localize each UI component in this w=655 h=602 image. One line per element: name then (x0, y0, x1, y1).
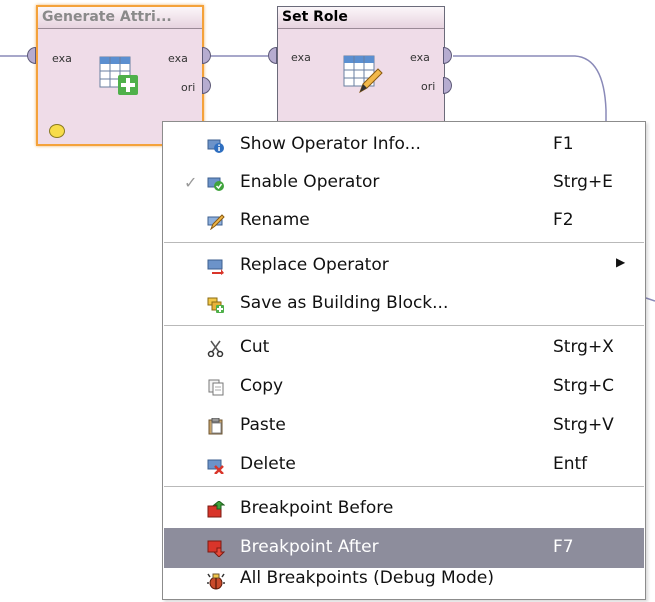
menu-item-label: All Breakpoints (Debug Mode) (240, 568, 494, 588)
menu-item-shortcut: F1 (553, 134, 574, 154)
all-breakpoints-icon (207, 573, 225, 590)
menu-item-all-breakpoints[interactable]: All Breakpoints (Debug Mode) (164, 565, 644, 599)
replace-icon (207, 259, 224, 275)
menu-item-shortcut: Strg+C (553, 376, 615, 396)
menu-item-shortcut: F2 (553, 210, 574, 230)
menu-separator (164, 325, 644, 326)
menu-item-enable-operator[interactable]: ✓ Enable Operator Strg+E (164, 163, 644, 203)
breakpoint-after-icon (207, 540, 225, 557)
rename-icon (207, 214, 225, 230)
port-label-output: exa (410, 51, 430, 64)
port-label-output: ori (181, 81, 196, 94)
menu-item-label: Cut (240, 337, 270, 357)
cut-icon (207, 340, 224, 357)
paste-icon (208, 418, 223, 435)
port-label-output: exa (168, 52, 188, 65)
menu-item-copy[interactable]: Copy Strg+C (164, 367, 644, 407)
menu-item-breakpoint-before[interactable]: Breakpoint Before (164, 489, 644, 529)
menu-item-show-operator-info[interactable]: Show Operator Info... F1 (164, 125, 644, 165)
menu-separator (164, 486, 644, 487)
menu-item-label: Show Operator Info... (240, 134, 421, 154)
menu-item-delete[interactable]: Delete Entf (164, 445, 644, 485)
menu-item-label: Copy (240, 376, 284, 396)
info-icon (207, 139, 224, 153)
generate-attributes-icon (99, 56, 138, 95)
menu-item-shortcut: Strg+E (553, 172, 613, 192)
menu-item-shortcut: Strg+X (553, 337, 614, 357)
menu-item-replace-operator[interactable]: Replace Operator ▶ (164, 246, 644, 286)
menu-item-label: Rename (240, 210, 310, 230)
operator-title: Generate Attri... (38, 7, 202, 29)
port-label-output: ori (421, 80, 436, 93)
menu-item-label: Save as Building Block... (240, 293, 449, 313)
checkmark-icon: ✓ (184, 173, 198, 192)
menu-item-shortcut: F7 (553, 537, 574, 557)
building-block-icon (207, 297, 224, 313)
operator-title: Set Role (278, 7, 444, 29)
menu-item-label: Enable Operator (240, 172, 380, 192)
menu-item-cut[interactable]: Cut Strg+X (164, 328, 644, 368)
set-role-icon (343, 55, 383, 94)
port-label-input: exa (291, 51, 311, 64)
menu-separator (164, 242, 644, 243)
operator-set-role[interactable]: Set Role exa exa ori (277, 6, 445, 128)
menu-item-shortcut: Entf (553, 454, 588, 474)
menu-item-label: Paste (240, 415, 286, 435)
menu-item-label: Breakpoint Before (240, 498, 394, 518)
menu-item-rename[interactable]: Rename F2 (164, 201, 644, 241)
breakpoint-before-icon (207, 501, 225, 518)
process-canvas[interactable]: Generate Attri... exa exa ori Set Role e… (0, 0, 655, 602)
menu-item-save-as-building-block[interactable]: Save as Building Block... (164, 284, 644, 324)
menu-item-breakpoint-after[interactable]: Breakpoint After F7 (164, 528, 644, 568)
menu-item-paste[interactable]: Paste Strg+V (164, 406, 644, 446)
menu-item-label: Breakpoint After (240, 537, 379, 557)
status-indicator-icon (49, 124, 65, 138)
delete-icon (207, 459, 224, 474)
menu-item-label: Delete (240, 454, 296, 474)
port-label-input: exa (52, 52, 72, 65)
menu-item-label: Replace Operator (240, 255, 389, 275)
menu-item-shortcut: Strg+V (553, 415, 614, 435)
enable-icon (207, 177, 224, 191)
submenu-arrow-icon: ▶ (616, 255, 626, 269)
context-menu: Show Operator Info... F1 ✓ Enable Operat… (162, 121, 646, 600)
copy-icon (208, 379, 224, 396)
